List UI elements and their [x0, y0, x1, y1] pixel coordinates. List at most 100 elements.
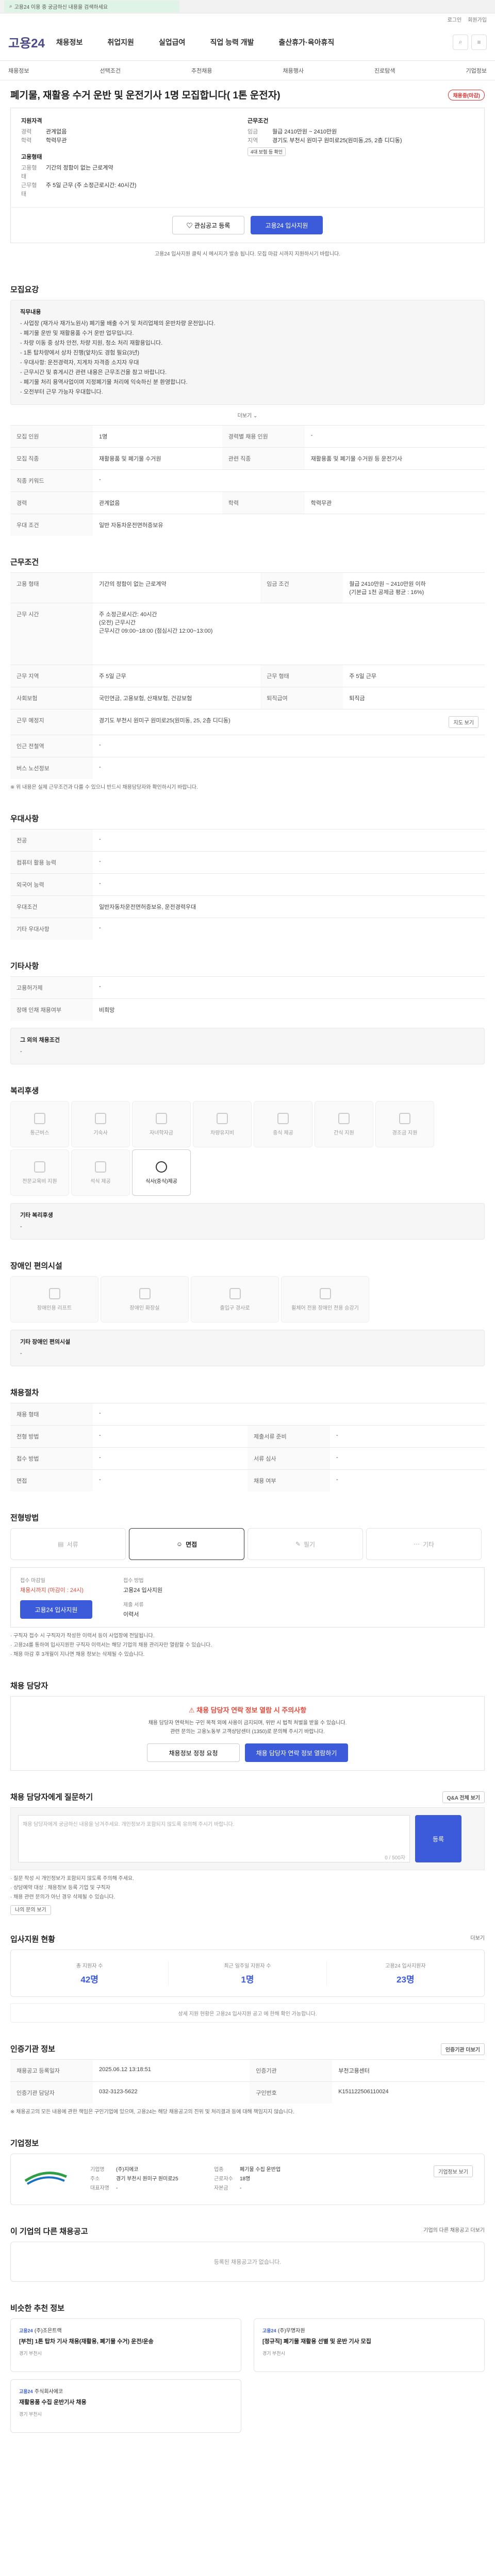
welfare-label: 전문교육비 지원	[22, 1178, 57, 1184]
recommend-title: 재활용품 수집 운반기사 채용	[19, 2399, 87, 2405]
section-title: 채용 담당자	[10, 1682, 48, 1690]
stat-value: 42명	[80, 1975, 98, 1985]
extra-table: 전공 - 컴퓨터 활용 능력 - 외국어 능력 - 우대조건 일반자동차운전면허증보유,…	[10, 829, 485, 940]
condition-tag[interactable]: 4대 보험 등 확인	[248, 147, 286, 156]
similar-more-link[interactable]: 기업의 다른 채용공고 더보기	[423, 2226, 485, 2233]
gnb-item[interactable]: 직업 능력 개발	[210, 37, 254, 47]
info-key: 대표자명	[90, 2185, 109, 2191]
subnav-item[interactable]: 기업정보	[466, 66, 487, 75]
section-title: 기업정보	[10, 2139, 39, 2148]
subnav-item[interactable]: 진로탐색	[374, 66, 395, 75]
extra-section: 우대사항 전공 - 컴퓨터 활용 능력 - 외국어 능력 - 우대조건 일반자동차운전면…	[0, 813, 495, 940]
correction-request-button[interactable]: 채용정보 정정 요청	[147, 1743, 240, 1762]
warning-icon: ⚠	[188, 1706, 197, 1714]
table-value: 주 5일 근무	[343, 665, 485, 687]
summary-row: 지역 경기도 부천시 원미구 원미로25(원미동,25, 2층 디디동)	[248, 137, 474, 145]
table-key: 컴퓨터 활용 능력	[10, 851, 93, 874]
company-logo-graphic	[24, 2172, 68, 2185]
welfare-etc: 기타 복리후생 -	[10, 1203, 485, 1240]
recommend-location: 경기 부천시	[19, 2412, 42, 2417]
etc-section: 기타사항 고용허가제 - 장애 인채 채용여부 비희망 그 외의 채용조건 -	[0, 960, 495, 1064]
stat-item: 고용24 입사지원자 23명	[327, 1961, 484, 1985]
bus-icon	[34, 1112, 45, 1124]
table-key: 경력	[10, 492, 93, 514]
view-contact-button[interactable]: 채용 담당자 연락 정보 열람하기	[245, 1743, 348, 1762]
gnb-item[interactable]: 취업지원	[107, 37, 134, 47]
search-button[interactable]: ⌕	[453, 34, 468, 50]
description-line: - 폐기물 운반 및 재활용품 수거 운반 업무입니다.	[20, 330, 134, 336]
gnb-item[interactable]: 실업급여	[159, 37, 186, 47]
note-item: 질문 작성 시 개인정보가 포함되지 않도록 주의해 주세요.	[10, 1874, 485, 1884]
table-value: 부천고용센터	[332, 2059, 485, 2082]
my-questions-button[interactable]: 나의 문의 보기	[10, 1905, 51, 1915]
qa-box: 채용 담당자에게 궁금하신 내용을 남겨주세요. 개인정보가 포함되지 않도록 …	[10, 1807, 485, 1870]
reg-note: ※ 채용공고의 모든 내용에 관한 책임은 구인기업에 있으며, 고용24는 해…	[10, 2109, 294, 2115]
step-label: 기타	[422, 1540, 435, 1548]
apply-button-2[interactable]: 고용24 입사지원	[20, 1600, 92, 1619]
recommend-company: (주)조은트랙	[34, 2328, 62, 2334]
recommend-card[interactable]: 고용24 (주)무명자원 [정규직] 폐기물 재활용 선별 및 운반 기사 모집 경…	[254, 2318, 485, 2372]
apply-button[interactable]: 고용24 입사지원	[251, 216, 323, 234]
subnav-item[interactable]: 채용행사	[283, 66, 304, 75]
description-line: - 사업장 (재가사 재가노원사) 폐기물 배출 수거 및 처리업체의 운반차량…	[20, 320, 216, 327]
login-link[interactable]: 로그인	[448, 15, 462, 24]
qa-section: 채용 담당자에게 질문하기 Q&A 전체 보기 채용 담당자에게 궁금하신 내용을…	[0, 1791, 495, 1915]
question-submit-button[interactable]: 등록	[415, 1815, 461, 1862]
table-value: -	[330, 1469, 485, 1492]
recommend-section: 비슷한 추천 정보 고용24 (주)조은트랙 [부천] 1톤 탑차 기사 채용(재…	[0, 2302, 495, 2433]
stats-box: 총 지원자 수 42명 최근 일주일 지원자 수 1명 고용24 입사지원자 23명	[10, 1950, 485, 1997]
subnav-item[interactable]: 추천채용	[191, 66, 212, 75]
table-row: 모집 직종 재활용품 및 폐기물 수거원 관련 직종 재활용품 및 폐기물 수거원 등…	[10, 447, 485, 470]
save-job-button[interactable]: ♡ 관심공고 등록	[172, 216, 244, 234]
qa-all-link[interactable]: Q&A 전체 보기	[442, 1791, 485, 1803]
company-info-button[interactable]: 기업정보 보기	[434, 2165, 473, 2177]
gnb-item[interactable]: 출산휴가·육아휴직	[279, 37, 335, 47]
info-value: (주)지에코	[116, 2167, 139, 2173]
note-item: 채용 마감 후 3개월이 지나면 채용 정보는 삭제될 수 있습니다.	[10, 1650, 485, 1659]
table-value: -	[93, 757, 485, 779]
recruit-section: 모집요강 직무내용 - 사업장 (재가사 재가노원사) 폐기물 배출 수거 및 …	[0, 284, 495, 536]
table-key: 장애 인채 채용여부	[10, 998, 93, 1021]
table-key: 기타 우대사항	[10, 918, 93, 940]
warning-text: 관련 문의는 고용노동부 고객상담센터 (1350)로 문의해 주시기 바랍니다…	[170, 1729, 325, 1735]
apply-box: 접수 마감일 채용시까지 (마감이 : 24시) 고용24 입사지원 접수 방법…	[10, 1567, 485, 1628]
reg-more-button[interactable]: 인증기관 더보기	[440, 2043, 485, 2055]
menu-button[interactable]: ≡	[471, 34, 487, 50]
map-button[interactable]: 지도 보기	[449, 716, 478, 728]
step-written: ✎ 필기	[248, 1528, 363, 1560]
top-search-inner[interactable]: ⌕ 고용24 이용 중 궁금하신 내용을 검색하세요	[4, 1, 179, 12]
address-text: 경기도 부천시 원미구 원미로25(원미동, 25, 2층 디디동)	[99, 718, 230, 724]
dormitory-icon	[95, 1112, 106, 1124]
subnav-item[interactable]: 채용정보	[8, 66, 29, 75]
table-value: -	[93, 851, 485, 874]
info-key: 업종	[214, 2167, 224, 2173]
stats-more-link[interactable]: 더보기	[470, 1934, 485, 1941]
gnb-item[interactable]: 채용정보	[56, 37, 83, 47]
table-value: -	[93, 1425, 248, 1448]
preference-text: 일반 자동차운전면허증보유	[99, 522, 163, 529]
step-label: 서류	[67, 1540, 78, 1548]
table-value: -	[93, 918, 485, 940]
section-title: 전형방법	[10, 1514, 39, 1522]
recommend-header: 고용24 (주)조은트랙	[19, 2326, 233, 2334]
char-counter: 0 / 500자	[385, 1855, 405, 1861]
subnav-item[interactable]: 선택조건	[100, 66, 121, 75]
description-line: - 근무시간 및 휴게시간 관련 내용은 근무조건을 참고 바랍니다.	[20, 369, 167, 376]
global-nav: 채용정보 취업지원 실업급여 직업 능력 개발 출산휴가·육아휴직	[56, 37, 334, 47]
description-line: - 오전부터 근무 가능자 우대합니다.	[20, 389, 103, 395]
table-key: 인근 전철역	[10, 735, 93, 757]
table-key: 전공	[10, 829, 93, 852]
site-logo[interactable]: 고용24	[8, 33, 45, 51]
recruit-table: 모집 인원 1명 경력별 채용 인원 - 모집 직종 재활용품 및 폐기물 수거원 관련 …	[10, 425, 485, 536]
signup-link[interactable]: 회원가입	[468, 15, 487, 24]
recommend-card[interactable]: 고용24 (주)조은트랙 [부천] 1톤 탑차 기사 채용(재활용, 폐기물 수거…	[10, 2318, 241, 2372]
similar-empty: 등록된 채용공고가 없습니다.	[10, 2242, 485, 2282]
scholarship-icon	[156, 1112, 167, 1124]
reg-table: 채용공고 등록일자 2025.06.12 13:18:51 인증기관 부천고용센터 인…	[10, 2059, 485, 2104]
more-button[interactable]: 더보기 ⌄	[0, 405, 495, 425]
warning-text: 채용 담당자 연락처는 구인 목적 외에 사용이 금지되며, 위반 시 법적 처…	[148, 1720, 347, 1726]
recommend-card[interactable]: 고용24 주식회사에코 재활용품 수집 운반기사 채용 경기 부천시	[10, 2379, 241, 2433]
table-key: 채용 여부	[248, 1469, 330, 1492]
question-textarea[interactable]: 채용 담당자에게 궁금하신 내용을 남겨주세요. 개인정보가 포함되지 않도록 …	[18, 1815, 410, 1862]
summary-row: 근무형태 주 5일 근무 (주 소정근로시간: 40시간)	[21, 181, 248, 199]
